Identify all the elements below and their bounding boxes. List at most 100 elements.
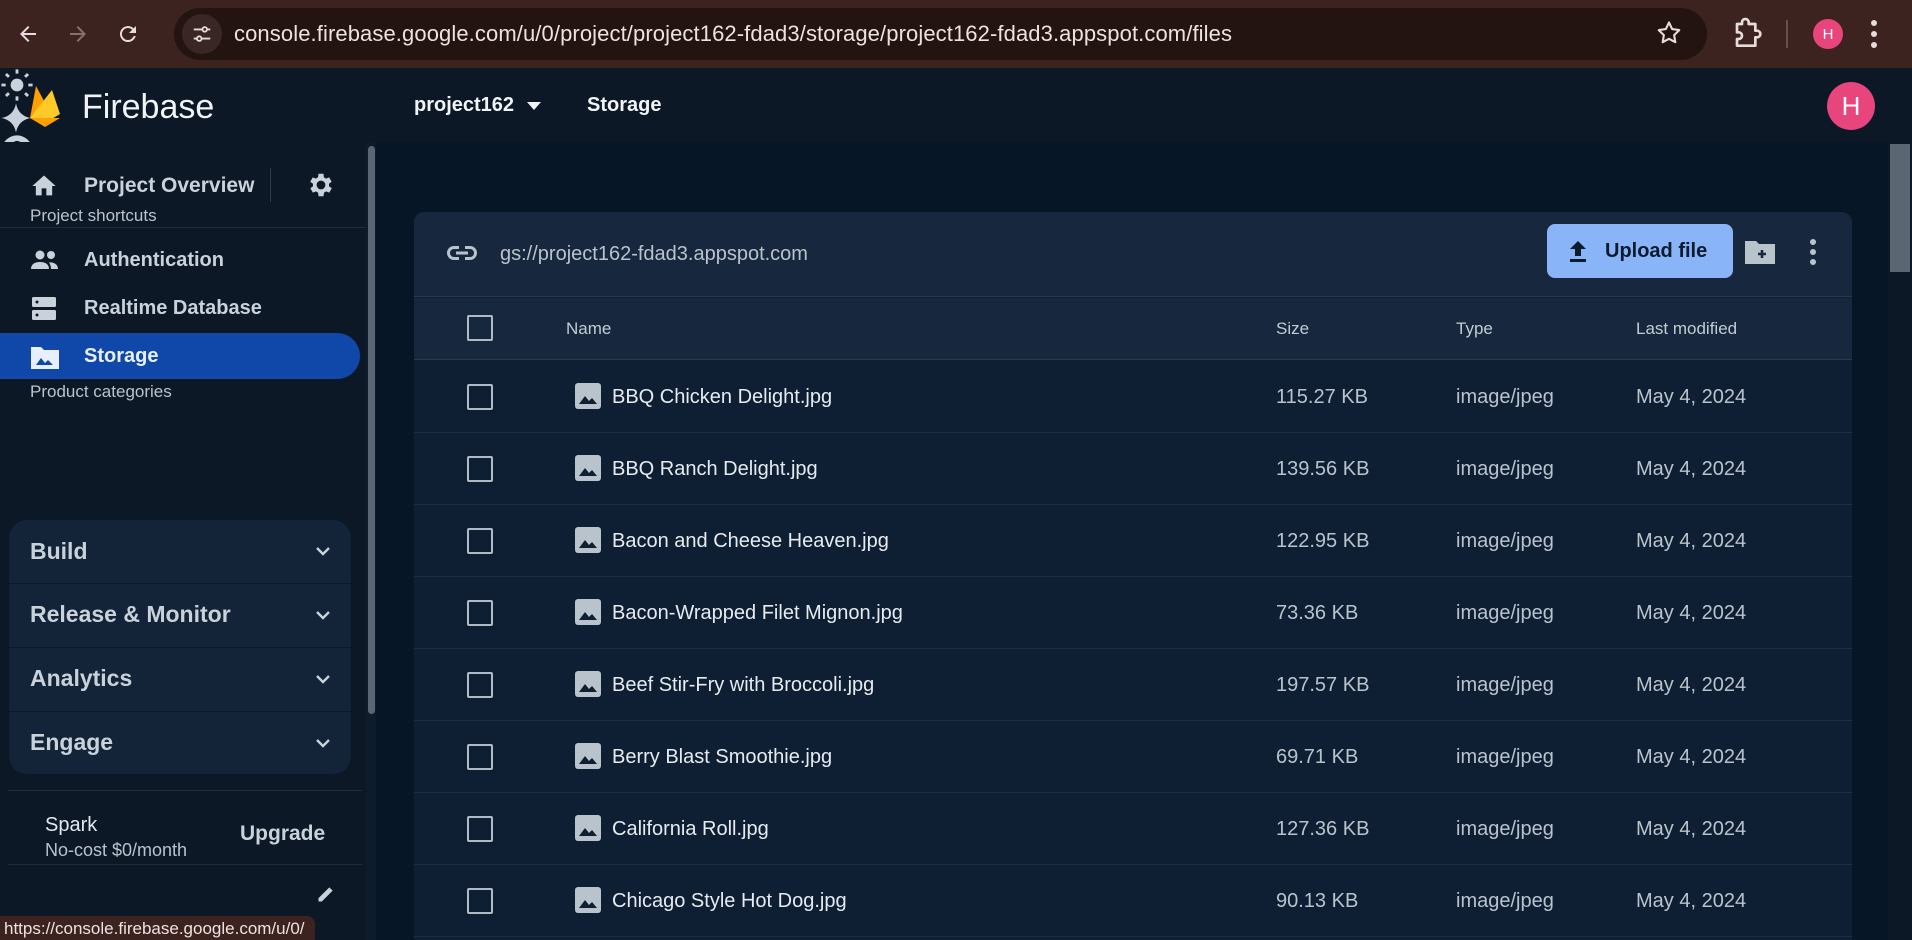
column-header-type[interactable]: Type [1456,319,1493,339]
divider [8,864,362,865]
sidebar-item-label: Authentication [84,248,224,271]
chevron-down-icon [311,667,335,691]
bucket-url[interactable]: gs://project162-fdad3.appspot.com [500,243,808,266]
chevron-down-icon [311,731,335,755]
create-folder-icon[interactable] [1744,238,1776,266]
browser-toolbar: console.firebase.google.com/u/0/project/… [0,0,1912,68]
file-name-link[interactable]: California Roll.jpg [612,818,769,841]
category-release-monitor[interactable]: Release & Monitor [9,583,351,645]
file-modified: May 4, 2024 [1636,530,1747,552]
table-row[interactable]: BBQ Ranch Delight.jpg 139.56 KB image/jp… [414,433,1852,505]
file-name-link[interactable]: Chicago Style Hot Dog.jpg [612,890,847,913]
gemini-sparkle-icon[interactable] [0,102,1912,134]
url-text[interactable]: console.firebase.google.com/u/0/project/… [234,21,1232,47]
upload-file-button[interactable]: Upload file [1547,224,1733,278]
table-row[interactable]: BBQ Chicken Delight.jpg 115.27 KB image/… [414,361,1852,433]
upload-file-label: Upload file [1605,239,1708,262]
image-file-icon [574,526,602,554]
table-row[interactable]: Bacon-Wrapped Filet Mignon.jpg 73.36 KB … [414,577,1852,649]
row-checkbox[interactable] [467,888,493,914]
file-name-link[interactable]: Beef Stir-Fry with Broccoli.jpg [612,674,874,697]
row-checkbox[interactable] [467,384,493,410]
file-type: image/jpeg [1456,458,1554,480]
browser-menu-icon[interactable] [1870,17,1878,51]
category-analytics[interactable]: Analytics [9,647,351,709]
browser-profile-avatar[interactable]: H [1813,19,1843,49]
row-checkbox[interactable] [467,456,493,482]
column-header-last-modified[interactable]: Last modified [1636,319,1737,339]
sidebar-item-storage[interactable]: Storage [0,333,360,379]
theme-sun-icon[interactable] [0,68,1912,102]
back-button[interactable] [6,12,50,56]
home-icon[interactable] [30,172,58,200]
project-overview-link[interactable]: Project Overview [84,174,254,198]
firebase-logo-icon[interactable] [28,84,62,128]
image-file-icon [574,670,602,698]
file-type: image/jpeg [1456,746,1554,768]
sidebar-item-authentication[interactable]: Authentication [0,237,360,283]
database-icon [30,296,58,322]
sidebar-scrollbar[interactable] [368,146,375,714]
table-row[interactable]: Bacon and Cheese Heaven.jpg 122.95 KB im… [414,505,1852,577]
scrollbar-thumb[interactable] [1890,144,1910,272]
file-modified: May 4, 2024 [1636,602,1747,624]
image-file-icon [574,598,602,626]
file-size: 139.56 KB [1276,458,1370,480]
more-vert-icon[interactable] [1809,238,1817,266]
arrow-left-icon [20,26,36,42]
toolbar-divider [1786,20,1788,48]
table-row[interactable]: Berry Blast Smoothie.jpg 69.71 KB image/… [414,721,1852,793]
row-checkbox[interactable] [467,816,493,842]
storage-main: gs://project162-fdad3.appspot.com Upload… [376,142,1888,940]
sidebar-item-realtime-database[interactable]: Realtime Database [0,285,360,331]
row-checkbox[interactable] [467,672,493,698]
category-engage[interactable]: Engage [9,711,351,773]
file-type: image/jpeg [1456,674,1554,696]
site-info-button[interactable] [182,14,222,54]
select-all-checkbox[interactable] [467,315,493,341]
bookmark-star-icon[interactable] [1655,19,1683,47]
file-name-link[interactable]: Bacon-Wrapped Filet Mignon.jpg [612,602,903,625]
settings-gear-icon[interactable] [306,170,336,200]
image-file-icon [574,886,602,914]
file-name-link[interactable]: Bacon and Cheese Heaven.jpg [612,530,889,553]
row-checkbox[interactable] [467,528,493,554]
table-row[interactable]: Beef Stir-Fry with Broccoli.jpg 197.57 K… [414,649,1852,721]
file-size: 90.13 KB [1276,890,1359,912]
link-icon[interactable] [446,242,478,264]
column-header-name[interactable]: Name [566,319,611,339]
table-header: Name Size Type Last modified [414,298,1852,360]
reload-button[interactable] [106,12,150,56]
brand-name[interactable]: Firebase [82,88,214,127]
file-type: image/jpeg [1456,530,1554,552]
sidebar: Project Overview Project shortcuts Authe… [0,142,366,940]
edit-pencil-icon[interactable] [316,884,336,904]
file-type: image/jpeg [1456,386,1554,408]
table-row[interactable]: Chicago Style Hot Dog.jpg 90.13 KB image… [414,865,1852,937]
extensions-puzzle-icon[interactable] [1727,14,1767,54]
file-browser-card: gs://project162-fdad3.appspot.com Upload… [414,212,1852,940]
page-scrollbar[interactable] [1888,142,1912,940]
file-type: image/jpeg [1456,818,1554,840]
file-size: 127.36 KB [1276,818,1370,840]
file-size: 115.27 KB [1276,386,1368,408]
file-name-link[interactable]: BBQ Chicken Delight.jpg [612,386,832,409]
bucket-header: gs://project162-fdad3.appspot.com Upload… [414,212,1852,297]
column-header-size[interactable]: Size [1276,319,1309,339]
account-avatar[interactable]: H [1827,82,1875,130]
row-checkbox[interactable] [467,600,493,626]
file-name-link[interactable]: Berry Blast Smoothie.jpg [612,746,832,769]
file-name-link[interactable]: BBQ Ranch Delight.jpg [612,458,818,481]
upgrade-button[interactable]: Upgrade [226,816,339,852]
row-checkbox[interactable] [467,744,493,770]
project-selector[interactable]: project162 [414,94,542,117]
sidebar-item-label: Storage [84,344,159,367]
reload-icon [119,26,136,43]
plan-name: Spark [45,814,98,836]
address-bar[interactable]: console.firebase.google.com/u/0/project/… [174,8,1707,60]
table-row[interactable]: California Roll.jpg 127.36 KB image/jpeg… [414,793,1852,865]
category-build[interactable]: Build [9,520,351,582]
forward-button[interactable] [56,12,100,56]
category-label: Analytics [30,665,133,691]
image-file-icon [574,454,602,482]
